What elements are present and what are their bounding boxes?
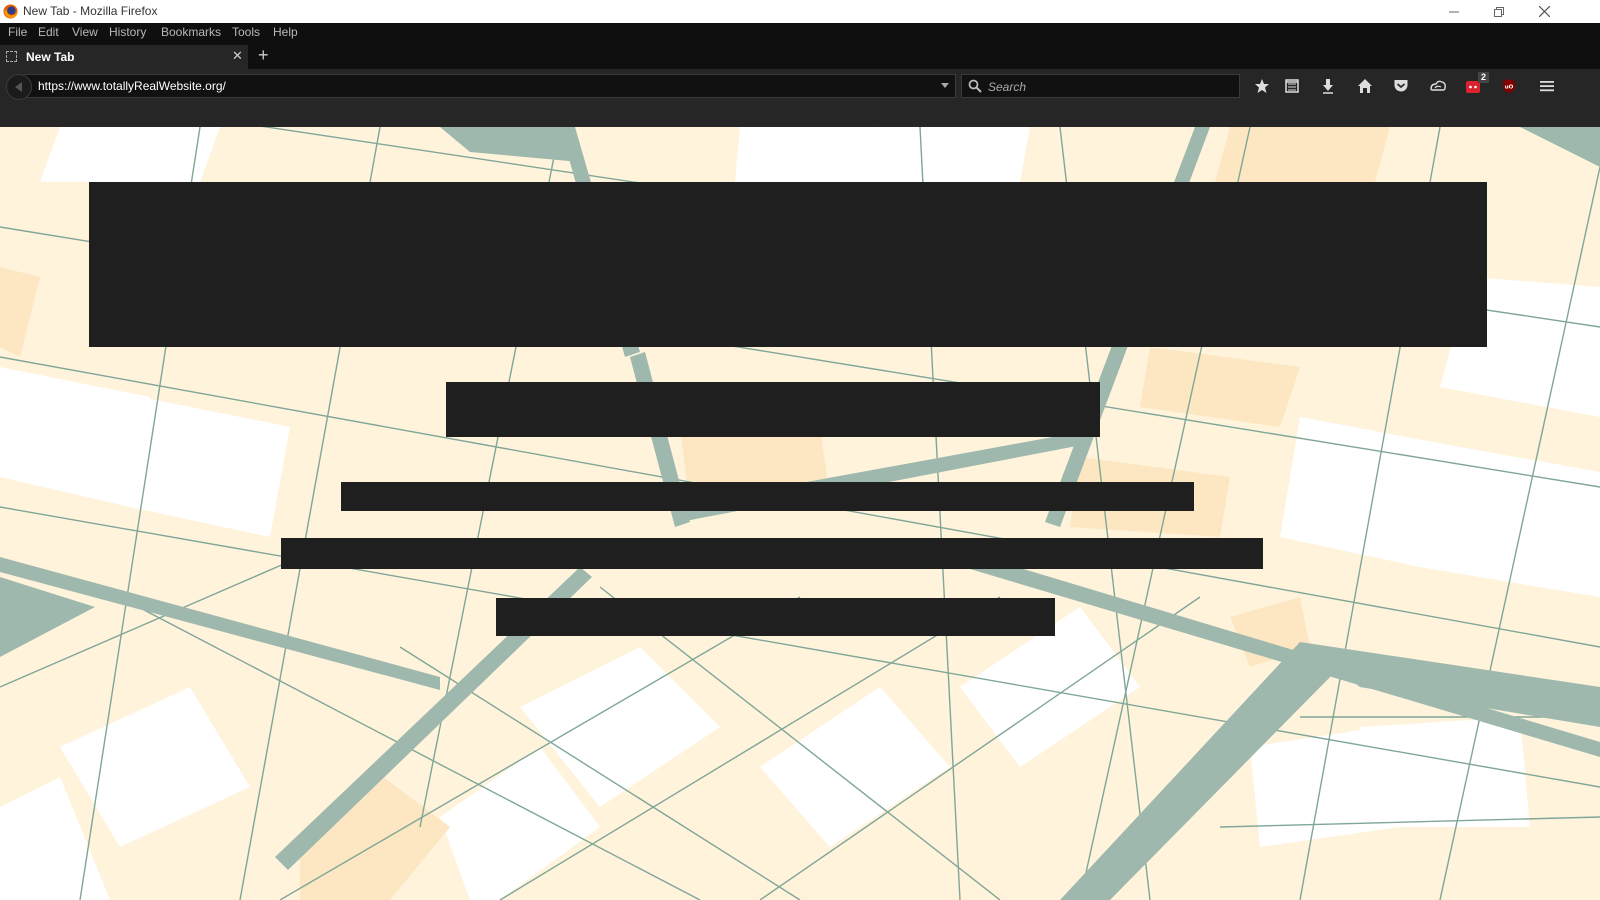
restore-icon <box>1494 6 1504 17</box>
menu-file[interactable]: File <box>8 25 27 39</box>
menu-bookmarks[interactable]: Bookmarks <box>161 25 221 39</box>
open-menu-button[interactable] <box>1537 76 1557 96</box>
url-text[interactable]: https://www.totallyRealWebsite.org/ <box>38 79 226 93</box>
redacted-heading <box>89 182 1487 347</box>
sync-icon <box>1430 80 1446 91</box>
redacted-line-3 <box>496 598 1055 636</box>
search-bar[interactable] <box>961 74 1240 98</box>
new-tab-button[interactable]: + <box>258 44 269 66</box>
ublock-button[interactable]: uO <box>1499 76 1519 96</box>
home-button[interactable] <box>1355 76 1375 96</box>
url-bar[interactable]: https://www.totallyRealWebsite.org/ <box>24 74 973 98</box>
pocket-button[interactable] <box>1391 76 1411 96</box>
star-icon <box>1255 79 1269 93</box>
page-content <box>0 127 1600 900</box>
menu-bar: File Edit View History Bookmarks Tools H… <box>0 23 1600 43</box>
tab-close-icon[interactable]: ✕ <box>232 48 243 64</box>
tab-strip: New Tab ✕ <box>0 43 1600 69</box>
minimize-icon <box>1449 11 1459 12</box>
redacted-subheading <box>446 382 1100 437</box>
svg-text:uO: uO <box>1505 85 1514 91</box>
back-button[interactable] <box>6 74 32 100</box>
search-icon <box>968 79 982 93</box>
url-dropdown-icon[interactable] <box>940 80 950 90</box>
hamburger-menu-icon <box>1540 81 1554 92</box>
menu-help[interactable]: Help <box>273 25 298 39</box>
back-arrow-icon <box>15 82 22 92</box>
blank-page-icon <box>6 51 17 62</box>
sync-button[interactable] <box>1428 76 1448 96</box>
extension-badge: 2 <box>1478 72 1489 83</box>
menu-view[interactable]: View <box>72 25 98 39</box>
menu-edit[interactable]: Edit <box>38 25 59 39</box>
redacted-line-2 <box>281 538 1263 569</box>
pocket-icon <box>1394 80 1408 92</box>
title-bar: New Tab - Mozilla Firefox <box>0 0 1600 23</box>
restore-button[interactable] <box>1476 0 1522 23</box>
download-icon <box>1323 79 1333 94</box>
tab-new-tab[interactable]: New Tab ✕ <box>0 45 248 69</box>
home-icon <box>1358 79 1372 93</box>
minimize-button[interactable] <box>1431 0 1477 23</box>
menu-history[interactable]: History <box>109 25 146 39</box>
window-title: New Tab - Mozilla Firefox <box>23 4 158 18</box>
menu-tools[interactable]: Tools <box>232 25 260 39</box>
close-window-button[interactable] <box>1521 0 1567 23</box>
tab-title: New Tab <box>26 50 75 64</box>
ublock-icon: uO <box>1503 79 1515 93</box>
firefox-logo-icon <box>3 4 18 19</box>
redacted-line-1 <box>341 482 1194 511</box>
reading-list-icon <box>1285 79 1299 93</box>
bookmark-star-button[interactable] <box>1252 76 1272 96</box>
reading-list-button[interactable] <box>1282 76 1302 96</box>
close-icon <box>1538 6 1550 17</box>
search-input[interactable] <box>986 78 1230 96</box>
downloads-button[interactable] <box>1318 76 1338 96</box>
